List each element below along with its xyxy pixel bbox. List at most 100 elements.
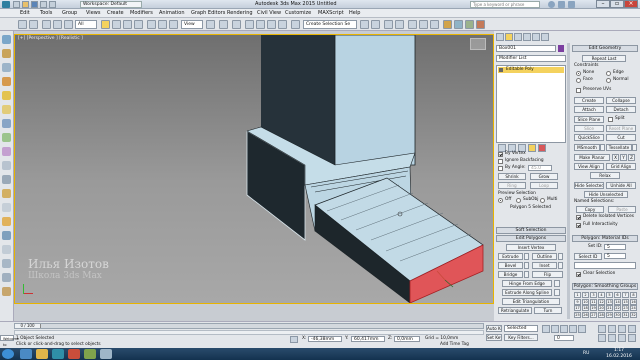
- shrink-button[interactable]: Shrink: [498, 173, 526, 180]
- track-bar[interactable]: [14, 330, 484, 335]
- layer-explorer-icon[interactable]: [384, 20, 393, 29]
- search-input[interactable]: Type a keyword or phrase: [470, 1, 540, 8]
- explorer-icon[interactable]: [36, 349, 48, 359]
- bridge-settings-button[interactable]: [524, 271, 529, 278]
- constraint-edge-radio[interactable]: [606, 71, 611, 76]
- keyboard-shortcut-icon[interactable]: [232, 20, 241, 29]
- set-key-button[interactable]: Set Key: [486, 334, 502, 341]
- maximize-button[interactable]: ▫: [610, 0, 624, 8]
- select-manipulate-icon[interactable]: [219, 20, 228, 29]
- media-icon[interactable]: [68, 349, 80, 359]
- ie-icon[interactable]: [20, 349, 32, 359]
- hide-selected-button[interactable]: Hide Selected: [574, 182, 604, 189]
- window-crossing-icon[interactable]: [134, 20, 143, 29]
- undo-icon[interactable]: [40, 1, 47, 8]
- outline-button[interactable]: Outline: [532, 253, 557, 260]
- mirror-icon[interactable]: [360, 20, 369, 29]
- menu-animation[interactable]: Animation: [159, 10, 185, 17]
- play-icon[interactable]: [560, 325, 568, 333]
- display-all-icon[interactable]: [2, 245, 11, 254]
- auto-key-button[interactable]: Auto Key: [486, 325, 502, 332]
- x-coordinate-field[interactable]: -46,38mm: [308, 336, 342, 342]
- edit-polygons-rollout[interactable]: Edit Polygons: [496, 235, 566, 242]
- display-children-icon[interactable]: [2, 259, 11, 268]
- select-id-button[interactable]: Select ID: [574, 253, 602, 260]
- inset-settings-button[interactable]: [558, 262, 563, 269]
- display-space-warps-icon[interactable]: [2, 147, 11, 156]
- schematic-view-icon[interactable]: [430, 20, 439, 29]
- rotate-icon[interactable]: [158, 20, 167, 29]
- render-icon[interactable]: [476, 20, 485, 29]
- pivot-center-icon[interactable]: [206, 20, 215, 29]
- display-xrefs-icon[interactable]: [2, 175, 11, 184]
- menu-tools[interactable]: Tools: [40, 10, 52, 17]
- menu-modifiers[interactable]: Modifiers: [130, 10, 153, 17]
- go-to-start-icon[interactable]: [542, 325, 550, 333]
- smoothing-group-button[interactable]: 31: [622, 311, 629, 318]
- modifier-list-dropdown[interactable]: Modifier List: [496, 55, 566, 62]
- configure-sets-icon[interactable]: [538, 144, 546, 152]
- slice-button[interactable]: Slice: [574, 125, 604, 132]
- menu-group[interactable]: Group: [62, 10, 77, 17]
- rendered-frame-icon[interactable]: [465, 20, 474, 29]
- display-shapes-icon[interactable]: [2, 91, 11, 100]
- angle-value-field[interactable]: 45.0: [528, 165, 552, 171]
- material-name-dropdown[interactable]: [574, 262, 636, 269]
- select-id-spinner[interactable]: 5: [604, 253, 626, 259]
- help-icon[interactable]: [568, 1, 575, 8]
- angle-snap-icon[interactable]: [256, 20, 265, 29]
- hinge-settings-button[interactable]: [554, 280, 560, 287]
- link-icon[interactable]: [42, 20, 51, 29]
- slice-plane-button[interactable]: Slice Plane: [574, 116, 604, 123]
- by-angle-checkbox[interactable]: [498, 166, 503, 171]
- zoom-extents-all-icon[interactable]: [628, 325, 636, 333]
- paste-button[interactable]: Paste: [608, 206, 636, 213]
- planar-z-button[interactable]: Z: [628, 154, 635, 161]
- key-filters-button[interactable]: Key Filters...: [504, 334, 538, 341]
- loop-button[interactable]: Loop: [530, 182, 558, 189]
- bevel-button[interactable]: Bevel: [498, 262, 523, 269]
- snaps-toggle-icon[interactable]: [245, 20, 254, 29]
- display-bones-icon[interactable]: [2, 189, 11, 198]
- preserve-uvs-checkbox[interactable]: [576, 88, 581, 93]
- redo-icon[interactable]: [49, 1, 56, 8]
- graphite-toolbar-icon[interactable]: [408, 20, 417, 29]
- smoothing-group-button[interactable]: 7: [622, 292, 629, 298]
- preview-off-radio[interactable]: [498, 198, 503, 203]
- unhide-all-button[interactable]: Unhide All: [606, 182, 636, 189]
- copy-button[interactable]: Copy: [576, 206, 604, 213]
- msmooth-button[interactable]: MSmooth: [574, 144, 600, 151]
- layer-manager-icon[interactable]: [395, 20, 404, 29]
- y-coordinate-field[interactable]: 60,417mm: [351, 336, 385, 342]
- display-tab-icon[interactable]: [532, 33, 540, 41]
- make-planar-button[interactable]: Make Planar: [574, 154, 610, 161]
- zoom-icon[interactable]: [598, 325, 606, 333]
- preview-subobj-radio[interactable]: [516, 198, 521, 203]
- smoothing-groups-rollout[interactable]: Polygon: Smoothing Groups: [572, 283, 638, 290]
- quickslice-button[interactable]: QuickSlice: [574, 134, 604, 141]
- smoothing-group-button[interactable]: 12: [598, 298, 605, 305]
- menu-customize[interactable]: Customize: [285, 10, 311, 17]
- smoothing-group-button[interactable]: 4: [598, 292, 605, 298]
- display-groups-icon[interactable]: [2, 161, 11, 170]
- ring-button[interactable]: Ring: [498, 182, 526, 189]
- constraint-none-radio[interactable]: [576, 71, 581, 76]
- constraint-face-radio[interactable]: [576, 78, 581, 83]
- spinner-snap-icon[interactable]: [278, 20, 287, 29]
- delete-isolated-checkbox[interactable]: [576, 215, 581, 220]
- smoothing-group-button[interactable]: 3: [590, 292, 597, 298]
- ignore-backfacing-checkbox[interactable]: [498, 159, 503, 164]
- smoothing-group-button[interactable]: 30: [614, 311, 621, 318]
- zoom-all-icon[interactable]: [608, 325, 616, 333]
- extrude-settings-button[interactable]: [524, 253, 529, 260]
- soft-selection-rollout[interactable]: Soft Selection: [496, 227, 566, 234]
- extrude-button[interactable]: Extrude: [498, 253, 523, 260]
- go-to-end-icon[interactable]: [578, 325, 586, 333]
- outline-settings-button[interactable]: [558, 253, 563, 260]
- select-object-icon[interactable]: [101, 20, 110, 29]
- selection-filter-dropdown[interactable]: All: [75, 20, 97, 29]
- sync-selection-icon[interactable]: [2, 287, 11, 296]
- named-selection-dropdown[interactable]: Create Selection Se: [303, 20, 357, 29]
- create-tab-icon[interactable]: [496, 33, 504, 41]
- smoothing-group-button[interactable]: 9: [574, 298, 581, 305]
